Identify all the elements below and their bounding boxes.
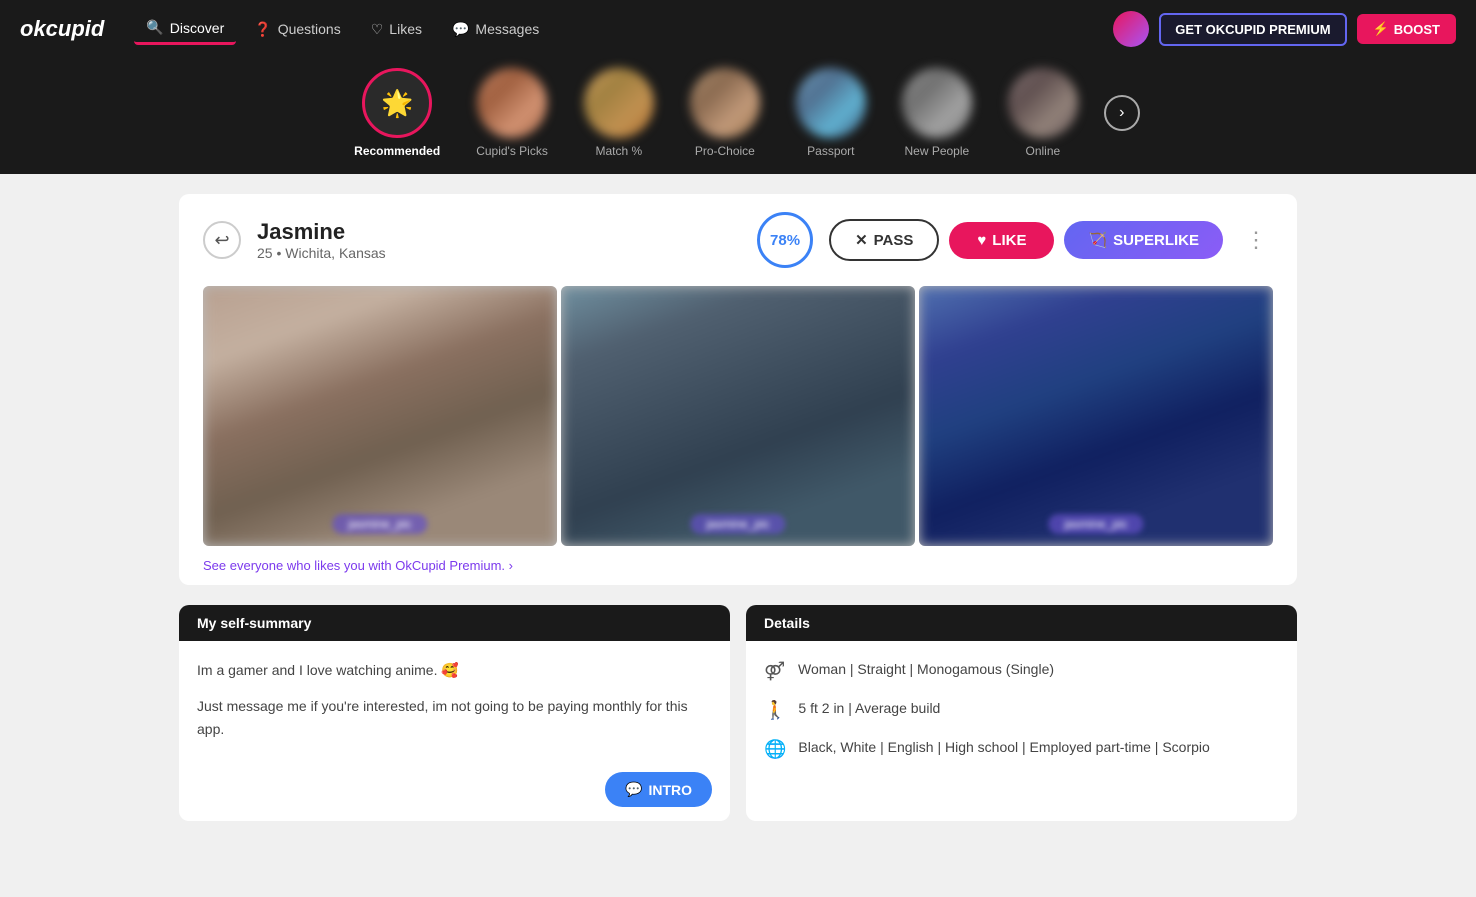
new-people-label: New People: [904, 144, 969, 158]
nav-right: GET OKCUPID PREMIUM ⚡ BOOST: [1113, 11, 1456, 47]
self-summary-text: Im a gamer and I love watching anime. 🥰 …: [197, 659, 712, 740]
passport-thumb: [796, 68, 866, 138]
photo-1[interactable]: jasmine_pic: [203, 286, 557, 546]
superlike-icon: 🏹: [1088, 231, 1107, 249]
intro-button-wrap: 💬 INTRO: [179, 772, 730, 821]
intro-button[interactable]: 💬 INTRO: [605, 772, 712, 807]
profile-age-location: 25 • Wichita, Kansas: [257, 245, 741, 261]
online-thumb: [1008, 68, 1078, 138]
heart-icon: ♥: [977, 232, 986, 249]
profile-sections: My self-summary Im a gamer and I love wa…: [179, 605, 1297, 821]
brand-logo[interactable]: okcupid: [20, 16, 104, 42]
like-button[interactable]: ♥ LIKE: [949, 222, 1054, 259]
self-summary-card: My self-summary Im a gamer and I love wa…: [179, 605, 730, 821]
photo-2[interactable]: jasmine_pic: [561, 286, 915, 546]
profile-name: Jasmine: [257, 219, 741, 245]
match-label: Match %: [596, 144, 643, 158]
detail-row-1: ⚤ Woman | Straight | Monogamous (Single): [764, 659, 1279, 682]
detail-ethnicity: Black, White | English | High school | E…: [798, 737, 1209, 758]
category-online[interactable]: Online: [990, 68, 1096, 158]
online-label: Online: [1026, 144, 1061, 158]
questions-icon: ❓: [254, 21, 271, 38]
details-header: Details: [746, 605, 1297, 641]
next-category-button[interactable]: ›: [1104, 95, 1140, 131]
match-percentage: 78%: [757, 212, 813, 268]
self-summary-header: My self-summary: [179, 605, 730, 641]
main-content: ↩ Jasmine 25 • Wichita, Kansas 78% ✕ PAS…: [163, 174, 1313, 841]
photo-2-badge: jasmine_pic: [690, 514, 785, 534]
premium-cta[interactable]: See everyone who likes you with OkCupid …: [179, 546, 1297, 585]
more-options-button[interactable]: ⋮: [1239, 227, 1273, 253]
category-match[interactable]: Match %: [566, 68, 672, 158]
profile-info: Jasmine 25 • Wichita, Kansas: [257, 219, 741, 261]
navigation: okcupid 🔍 Discover ❓ Questions ♡ Likes 💬…: [0, 0, 1476, 58]
pro-choice-label: Pro-Choice: [695, 144, 755, 158]
detail-gender: Woman | Straight | Monogamous (Single): [798, 659, 1054, 680]
category-passport[interactable]: Passport: [778, 68, 884, 158]
nav-links: 🔍 Discover ❓ Questions ♡ Likes 💬 Message…: [134, 13, 1113, 45]
boost-button[interactable]: ⚡ BOOST: [1357, 14, 1456, 44]
nav-questions[interactable]: ❓ Questions: [242, 13, 352, 45]
self-summary-body: Im a gamer and I love watching anime. 🥰 …: [179, 641, 730, 772]
photo-3[interactable]: jasmine_pic: [919, 286, 1273, 546]
match-thumb: [584, 68, 654, 138]
category-recommended[interactable]: 🌟 Recommended: [336, 68, 458, 158]
ethnicity-icon: 🌐: [764, 739, 786, 760]
detail-height: 5 ft 2 in | Average build: [798, 698, 940, 719]
chat-icon: 💬: [625, 781, 642, 798]
likes-icon: ♡: [371, 21, 384, 38]
superlike-button[interactable]: 🏹 SUPERLIKE: [1064, 221, 1223, 259]
category-cupids-picks[interactable]: Cupid's Picks: [458, 68, 566, 158]
messages-icon: 💬: [452, 21, 469, 38]
details-body: ⚤ Woman | Straight | Monogamous (Single)…: [746, 641, 1297, 794]
category-pro-choice[interactable]: Pro-Choice: [672, 68, 778, 158]
x-icon: ✕: [855, 231, 868, 249]
profile-photos: jasmine_pic jasmine_pic jasmine_pic: [179, 286, 1297, 546]
category-new-people[interactable]: New People: [884, 68, 990, 158]
height-icon: 🚶: [764, 700, 786, 721]
profile-card: ↩ Jasmine 25 • Wichita, Kansas 78% ✕ PAS…: [179, 194, 1297, 585]
photo-3-badge: jasmine_pic: [1048, 514, 1143, 534]
pass-button[interactable]: ✕ PASS: [829, 219, 939, 261]
detail-row-2: 🚶 5 ft 2 in | Average build: [764, 698, 1279, 721]
sun-icon: 🌟: [381, 88, 413, 119]
recommended-label: Recommended: [354, 144, 440, 158]
cupids-picks-thumb: [477, 68, 547, 138]
detail-row-3: 🌐 Black, White | English | High school |…: [764, 737, 1279, 760]
undo-button[interactable]: ↩: [203, 221, 241, 259]
profile-header: ↩ Jasmine 25 • Wichita, Kansas 78% ✕ PAS…: [179, 194, 1297, 286]
user-avatar[interactable]: [1113, 11, 1149, 47]
action-buttons: ✕ PASS ♥ LIKE 🏹 SUPERLIKE: [829, 219, 1223, 261]
cupids-picks-label: Cupid's Picks: [476, 144, 548, 158]
gender-icon: ⚤: [764, 661, 786, 682]
nav-likes[interactable]: ♡ Likes: [359, 13, 434, 45]
passport-label: Passport: [807, 144, 854, 158]
nav-discover[interactable]: 🔍 Discover: [134, 13, 236, 45]
new-people-thumb: [902, 68, 972, 138]
recommended-thumb: 🌟: [362, 68, 432, 138]
discover-icon: 🔍: [146, 19, 163, 36]
nav-messages[interactable]: 💬 Messages: [440, 13, 551, 45]
category-bar: 🌟 Recommended Cupid's Picks Match % Pro-…: [0, 58, 1476, 174]
bolt-icon: ⚡: [1373, 21, 1389, 37]
pro-choice-thumb: [690, 68, 760, 138]
premium-cta-link[interactable]: See everyone who likes you with OkCupid …: [203, 558, 513, 573]
photo-1-badge: jasmine_pic: [332, 514, 427, 534]
premium-button[interactable]: GET OKCUPID PREMIUM: [1159, 13, 1346, 46]
details-card: Details ⚤ Woman | Straight | Monogamous …: [746, 605, 1297, 821]
